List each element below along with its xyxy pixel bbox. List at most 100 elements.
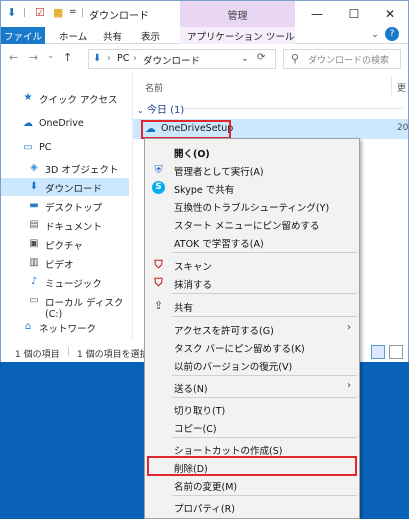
sidebar-item-downloads[interactable]: ⬇ ダウンロード: [1, 178, 129, 196]
cube-icon: ◈: [30, 162, 38, 173]
menu-item-cut[interactable]: 切り取り(T): [145, 399, 359, 418]
submenu-arrow-icon: ›: [347, 322, 351, 333]
group-label: 今日 (1): [146, 105, 185, 116]
menu-item-label: 切り取り(T): [174, 406, 226, 417]
menu-item-pin-start[interactable]: スタート メニューにピン留めする: [145, 214, 359, 233]
manage-tab[interactable]: 管理: [180, 1, 295, 27]
tab-file[interactable]: ファイル: [1, 27, 45, 44]
chevron-down-icon: ⌄: [137, 106, 144, 115]
title-separator: |: [23, 8, 27, 18]
quick-access-down-icon[interactable]: ⬇: [7, 6, 16, 19]
address-dropdown-icon[interactable]: ⌄: [241, 53, 249, 64]
up-button[interactable]: ↑: [63, 51, 72, 64]
sidebar-item-videos[interactable]: ▥ ビデオ: [1, 254, 129, 272]
menu-item-label: アクセスを許可する(G): [174, 326, 274, 337]
title-separator-2: |: [81, 8, 85, 18]
window-title: ダウンロード: [89, 11, 149, 22]
close-button[interactable]: ✕: [375, 4, 405, 24]
sidebar-item-quick-access[interactable]: ★ クイック アクセス: [1, 89, 129, 107]
minimize-button[interactable]: —: [302, 4, 332, 24]
menu-item-rename[interactable]: 名前の変更(M): [145, 475, 359, 494]
submenu-arrow-icon: ›: [347, 380, 351, 391]
column-header-date[interactable]: 更: [397, 81, 406, 94]
status-selected: 1 個の項目を選択: [77, 350, 149, 360]
menu-item-troubleshoot[interactable]: 互換性のトラブルシューティング(Y): [145, 196, 359, 215]
sidebar-item-label: PC: [39, 142, 52, 153]
status-item-count: 1 個の項目: [15, 350, 60, 360]
sidebar-item-label: ダウンロード: [45, 184, 103, 195]
menu-item-share[interactable]: ⇪ 共有: [145, 296, 359, 315]
menu-item-label: コピー(C): [174, 424, 217, 435]
menu-item-label: 送る(N): [174, 384, 208, 395]
group-divider: [183, 108, 403, 109]
sidebar-item-label: ドキュメント: [45, 222, 103, 233]
refresh-icon[interactable]: ⟳: [257, 52, 265, 63]
menu-item-run-as-admin[interactable]: ⛨ 管理者として実行(A): [145, 160, 359, 179]
maximize-button[interactable]: ☐: [339, 4, 369, 24]
sidebar-item-label: ローカル ディスク (C:): [45, 298, 124, 320]
menu-item-open[interactable]: 開く(O): [145, 142, 359, 161]
file-highlight-box: [141, 120, 231, 139]
status-separator: |: [67, 347, 71, 357]
sidebar-item-network[interactable]: ⌂ ネットワーク: [1, 318, 129, 336]
sidebar-item-desktop[interactable]: ▬ デスクトップ: [1, 197, 129, 215]
sidebar-item-pc[interactable]: ▭ PC: [1, 139, 129, 157]
ribbon-collapse-icon[interactable]: ⌄: [371, 29, 379, 40]
menu-item-properties[interactable]: プロパティ(R): [145, 497, 359, 516]
back-button[interactable]: ←: [9, 51, 18, 64]
details-view-icon[interactable]: [371, 345, 385, 359]
column-divider[interactable]: [391, 77, 392, 95]
tab-app-tools[interactable]: アプリケーション ツール: [187, 29, 294, 43]
customize-quick-access-icon[interactable]: =: [69, 7, 77, 17]
menu-item-restore-previous[interactable]: 以前のバージョンの復元(V): [145, 355, 359, 374]
breadcrumb-pc[interactable]: PC: [117, 53, 129, 64]
cloud-icon: ☁: [23, 118, 33, 129]
properties-check-icon[interactable]: ☑: [35, 6, 45, 19]
help-icon[interactable]: ?: [385, 27, 399, 41]
mcafee-shred-icon: ⛉: [154, 276, 163, 289]
new-folder-icon[interactable]: ■: [53, 6, 63, 19]
star-icon: ★: [23, 92, 33, 103]
menu-item-copy[interactable]: コピー(C): [145, 417, 359, 436]
music-note-icon: ♪: [30, 276, 38, 287]
menu-item-skype-share[interactable]: S Skype で共有: [145, 178, 359, 197]
menu-item-shred[interactable]: ⛉ 抹消する: [145, 273, 359, 292]
tab-view[interactable]: 表示: [141, 29, 160, 43]
sidebar-item-label: クイック アクセス: [39, 95, 118, 106]
sidebar-item-label: 3D オブジェクト: [45, 165, 119, 176]
forward-button[interactable]: →: [29, 51, 38, 64]
breadcrumb-downloads[interactable]: ダウンロード: [143, 53, 200, 67]
path-separator: ›: [107, 53, 111, 64]
sidebar-item-onedrive[interactable]: ☁ OneDrive: [1, 115, 129, 133]
computer-icon: ▭: [23, 142, 33, 153]
menu-item-atok[interactable]: ATOK で学習する(A): [145, 232, 359, 251]
menu-item-send-to[interactable]: 送る(N) ›: [145, 377, 359, 396]
sidebar-item-documents[interactable]: ▤ ドキュメント: [1, 216, 129, 234]
menu-separator: [172, 316, 357, 317]
group-header-today[interactable]: ⌄ 今日 (1): [137, 101, 184, 116]
search-input[interactable]: ⚲ ダウンロードの検索: [283, 49, 401, 69]
picture-icon: ▣: [29, 238, 39, 249]
menu-item-pin-taskbar[interactable]: タスク バーにピン留めする(K): [145, 337, 359, 356]
sidebar-item-pictures[interactable]: ▣ ピクチャ: [1, 235, 129, 253]
sidebar-item-music[interactable]: ♪ ミュージック: [1, 273, 129, 291]
menu-separator: [172, 397, 357, 398]
menu-item-label: ショートカットの作成(S): [174, 446, 283, 457]
recent-locations-button[interactable]: ⌄: [47, 51, 55, 61]
menu-item-grant-access[interactable]: アクセスを許可する(G) ›: [145, 319, 359, 338]
menu-item-scan[interactable]: ⛉ スキャン: [145, 255, 359, 274]
downloads-arrow-icon: ⬇: [93, 53, 102, 64]
sidebar-item-label: ビデオ: [45, 260, 74, 271]
address-bar[interactable]: ⬇ › PC › ダウンロード ⌄ ⟳: [88, 49, 276, 69]
menu-item-label: 管理者として実行(A): [174, 167, 264, 178]
sidebar-item-3d-objects[interactable]: ◈ 3D オブジェクト: [1, 159, 129, 177]
sidebar-item-local-disk[interactable]: ▭ ローカル ディスク (C:): [1, 292, 129, 320]
tab-home[interactable]: ホーム: [59, 29, 87, 43]
large-icons-view-icon[interactable]: [389, 345, 403, 359]
download-arrow-icon: ⬇: [29, 181, 39, 192]
column-header-name[interactable]: 名前: [145, 81, 163, 94]
network-icon: ⌂: [24, 321, 32, 332]
video-icon: ▥: [29, 257, 39, 268]
tab-share[interactable]: 共有: [103, 29, 122, 43]
sidebar-item-label: OneDrive: [39, 118, 84, 129]
